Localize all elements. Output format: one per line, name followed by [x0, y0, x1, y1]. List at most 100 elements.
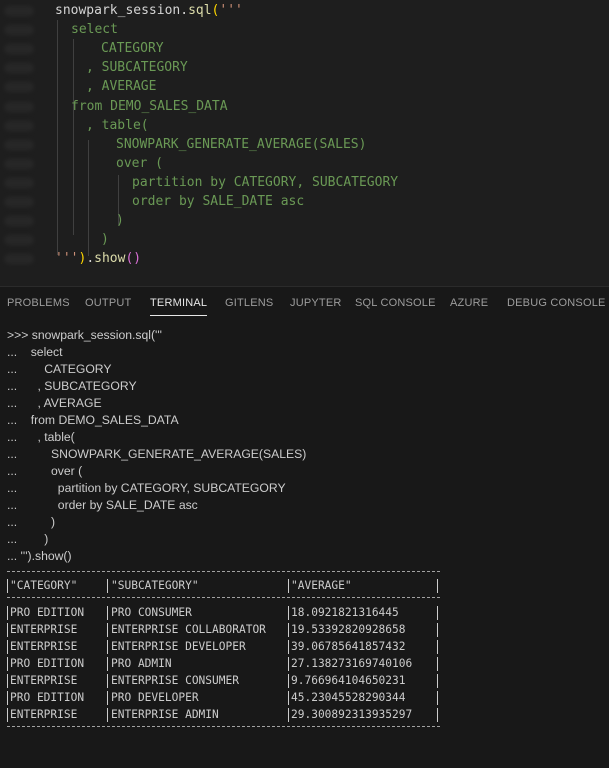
terminal-line: >>> snowpark_session.sql(''': [7, 328, 163, 342]
table-cell: 39.06785641857432: [291, 640, 406, 653]
code-token: CATEGORY: [101, 41, 164, 57]
column-divider: [7, 708, 8, 722]
line-number: [4, 158, 34, 169]
column-divider: [107, 691, 108, 705]
table-cell: "SUBCATEGORY": [111, 579, 199, 592]
code-line: over (: [116, 154, 163, 173]
code-token: (): [125, 251, 142, 267]
code-token: ): [116, 213, 124, 229]
code-line: order by SALE_DATE asc: [132, 192, 304, 211]
table-cell: ENTERPRISE: [10, 623, 78, 636]
column-divider: [437, 657, 438, 671]
column-divider: [107, 657, 108, 671]
indent-guide: [73, 39, 74, 235]
table-cell: PRO EDITION: [10, 606, 85, 619]
terminal-line: ... SNOWPARK_GENERATE_AVERAGE(SALES): [7, 447, 307, 461]
table-row: PRO EDITION PRO DEVELOPER 45.2304552829034…: [7, 689, 447, 706]
panel-tabs: PROBLEMS OUTPUT TERMINAL GITLENS JUPYTER SQL …: [0, 287, 609, 323]
table-cell: ENTERPRISE: [10, 674, 78, 687]
tab-debug-console[interactable]: DEBUG CONSOLE: [507, 297, 606, 309]
table-cell: 18.0921821316445: [291, 606, 399, 619]
tab-output[interactable]: OUTPUT: [85, 297, 131, 309]
table-cell: PRO EDITION: [10, 691, 85, 704]
column-divider: [107, 623, 108, 637]
code-token: .: [180, 3, 189, 18]
column-divider: [437, 606, 438, 620]
code-token: , SUBCATEGORY: [86, 60, 188, 76]
line-number: [4, 139, 34, 150]
table-row: ENTERPRISE ENTERPRISE COLLABORATOR 19.5339…: [7, 621, 447, 638]
table-cell: 9.766964104650231: [291, 674, 406, 687]
column-divider: [288, 708, 289, 722]
code-line: ): [116, 211, 124, 230]
terminal-line: ... ): [7, 532, 49, 546]
tab-sql-console[interactable]: SQL CONSOLE: [355, 297, 436, 309]
column-divider: [437, 640, 438, 654]
code-line: CATEGORY: [101, 39, 164, 58]
table-cell: ENTERPRISE: [10, 708, 78, 721]
table-row: ENTERPRISE ENTERPRISE DEVELOPER 39.0678564…: [7, 638, 447, 655]
column-divider: [437, 691, 438, 705]
code-line: ''').show(): [55, 249, 141, 268]
code-line: SNOWPARK_GENERATE_AVERAGE(SALES): [116, 135, 366, 154]
table-cell: ENTERPRISE ADMIN: [111, 708, 219, 721]
column-divider: [7, 674, 8, 688]
table-cell: 29.300892313935297: [291, 708, 413, 721]
line-number: [4, 177, 34, 188]
terminal-output[interactable]: >>> snowpark_session.sql(''' ... select..…: [7, 327, 609, 768]
table-separator: [7, 571, 440, 572]
line-number: [4, 6, 34, 16]
code-token: partition by CATEGORY, SUBCATEGORY: [132, 174, 399, 190]
tab-azure[interactable]: AZURE: [450, 297, 488, 309]
code-line: , AVERAGE: [86, 77, 156, 96]
terminal-line: ... ): [7, 515, 56, 529]
code-token: , AVERAGE: [86, 79, 157, 95]
column-divider: [7, 579, 8, 593]
column-divider: [437, 623, 438, 637]
terminal-line: ... over (: [7, 464, 83, 478]
column-divider: [288, 640, 289, 654]
code-editor[interactable]: snowpark_session.sql('''select CATEGORY , …: [0, 0, 609, 286]
tab-jupyter[interactable]: JUPYTER: [290, 297, 342, 309]
code-line: , table(: [86, 116, 149, 135]
column-divider: [7, 691, 8, 705]
code-token: over (: [116, 155, 163, 171]
line-number: [4, 25, 34, 36]
table-row: ENTERPRISE ENTERPRISE CONSUMER 9.766964104…: [7, 672, 447, 689]
column-divider: [437, 579, 438, 593]
terminal-line: ... order by SALE_DATE asc: [7, 498, 198, 512]
column-divider: [107, 708, 108, 722]
table-cell: ENTERPRISE COLLABORATOR: [111, 623, 266, 636]
code-line: snowpark_session.sql(''': [55, 1, 243, 20]
table-row: ENTERPRISE ENTERPRISE ADMIN 29.30089231393…: [7, 706, 447, 723]
table-cell: PRO ADMIN: [111, 657, 172, 670]
code-token: ): [101, 232, 109, 248]
column-divider: [107, 579, 108, 593]
table-separator: [7, 597, 440, 598]
table-cell: "AVERAGE": [291, 579, 352, 592]
tab-terminal[interactable]: TERMINAL: [150, 297, 208, 316]
tab-gitlens[interactable]: GITLENS: [225, 297, 273, 309]
code-token: SNOWPARK_GENERATE_AVERAGE(SALES): [116, 136, 367, 152]
line-number: [4, 235, 34, 246]
tab-problems[interactable]: PROBLEMS: [7, 297, 70, 309]
line-number: [4, 82, 34, 93]
line-number: [4, 44, 34, 55]
code-token: show: [94, 251, 126, 267]
column-divider: [288, 691, 289, 705]
column-divider: [7, 657, 8, 671]
column-divider: [437, 708, 438, 722]
indent-guide: [88, 140, 89, 256]
code-line: , SUBCATEGORY: [86, 58, 188, 77]
terminal-line: ... , table(: [7, 430, 75, 444]
code-token: select: [71, 22, 118, 38]
column-divider: [7, 606, 8, 620]
line-number: [4, 216, 34, 227]
bottom-panel: PROBLEMS OUTPUT TERMINAL GITLENS JUPYTER SQL …: [0, 286, 609, 768]
table-cell: ENTERPRISE DEVELOPER: [111, 640, 246, 653]
code-token: ''': [55, 251, 79, 267]
terminal-line: ... ''').show(): [7, 549, 72, 563]
code-token: order by SALE_DATE asc: [132, 194, 305, 209]
table-cell: PRO CONSUMER: [111, 606, 192, 619]
table-cell: PRO DEVELOPER: [111, 691, 199, 704]
